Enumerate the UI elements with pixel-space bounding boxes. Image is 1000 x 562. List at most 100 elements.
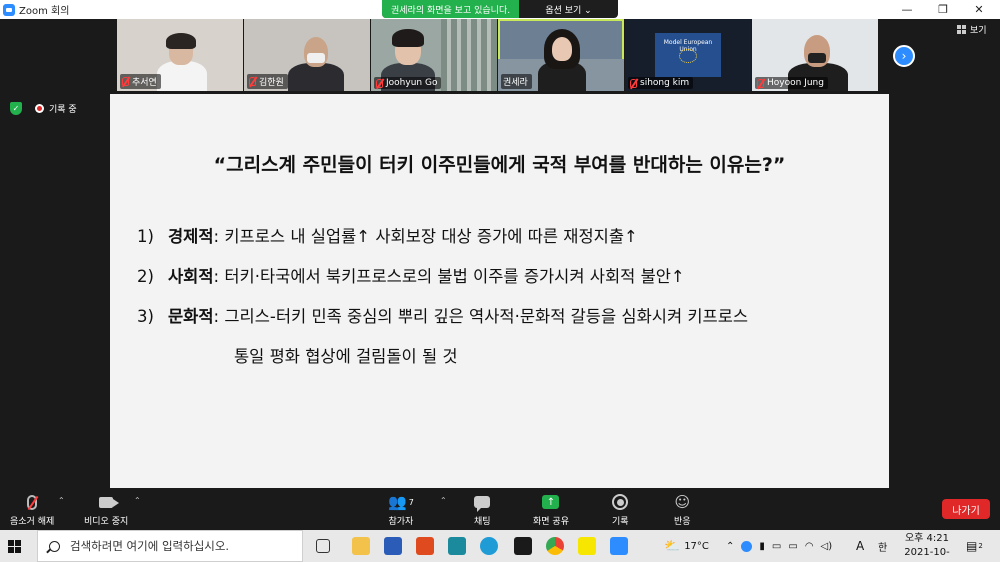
record-button[interactable]: 기록 — [612, 492, 629, 527]
task-view-icon[interactable] — [316, 539, 330, 553]
weather-widget[interactable]: ⛅ 17°C — [664, 530, 709, 562]
windows-logo-icon — [7, 539, 21, 553]
participant-name: Hoyoon Jung — [767, 78, 824, 88]
item-text: : 그리스-터키 민족 중심의 뿌리 깊은 역사적·문화적 갈등을 심화시켜 키… — [213, 307, 749, 326]
zoom-taskbar-icon[interactable] — [610, 537, 628, 555]
korean-app-icon[interactable] — [448, 537, 466, 555]
security-shield-icon[interactable]: ✓ — [10, 102, 22, 115]
wifi-icon[interactable]: ◠ — [805, 541, 814, 552]
video-options-caret-icon[interactable]: ⌃ — [134, 496, 141, 505]
participant-name: Joohyun Go — [386, 78, 438, 88]
notification-center-button[interactable]: ▤ 2 — [966, 530, 983, 562]
weather-temp: 17°C — [684, 540, 709, 552]
mic-off-icon — [27, 494, 38, 510]
recording-indicator[interactable]: 기록 중 — [35, 102, 77, 115]
participants-icon: 👥 — [388, 493, 407, 511]
participants-label: 참가자 — [388, 517, 414, 527]
participant-video[interactable]: 김한원 — [244, 19, 370, 91]
item-label: 사회적 — [168, 267, 214, 286]
participant-name-tag: Joohyun Go — [374, 77, 442, 89]
record-icon — [612, 494, 629, 510]
item-number: 3) — [137, 307, 154, 326]
participant-video[interactable]: Joohyun Go — [371, 19, 497, 91]
stop-video-button[interactable]: 비디오 중지 — [84, 492, 128, 527]
mic-muted-icon — [249, 77, 256, 86]
search-placeholder: 검색하려면 여기에 입력하십시오. — [70, 539, 230, 553]
media-app-icon[interactable] — [514, 537, 532, 555]
notification-icon: ▤ — [966, 539, 978, 553]
participants-count: 7 — [408, 497, 414, 507]
participant-video[interactable]: Hoyoon Jung — [752, 19, 878, 91]
item-label: 경제적 — [168, 227, 214, 246]
zoom-window: Zoom 회의 — ❐ ✕ 권세라의 화면을 보고 있습니다. 옵션 보기 ⌄ … — [0, 0, 1000, 562]
share-screen-button[interactable]: ↑ 화면 공유 — [533, 492, 569, 527]
mic-tray-icon[interactable]: ▮ — [759, 541, 765, 552]
recording-dot-icon — [35, 104, 44, 113]
participants-options-caret-icon[interactable]: ⌃ — [440, 496, 447, 505]
participant-video-active-speaker[interactable]: 권세라 — [498, 19, 624, 91]
gallery-view-button[interactable]: 보기 — [957, 23, 987, 36]
unmute-label: 음소거 해제 — [10, 517, 55, 527]
stop-video-label: 비디오 중지 — [84, 517, 129, 527]
taskbar-clock[interactable]: 오후 4:21 2021-10-22 — [902, 532, 952, 562]
notification-count: 2 — [978, 542, 983, 550]
participant-strip: 추서연 김한원 Joohyun Go 권세라 Model European Un… — [117, 19, 879, 92]
windows-taskbar: 검색하려면 여기에 입력하십시오. ⛅ 17°C ⌃ ▮ ▭ ▭ ◠ ◁) A … — [0, 530, 1000, 562]
file-explorer-icon[interactable] — [352, 537, 370, 555]
mic-muted-icon — [757, 78, 764, 88]
chrome-browser-icon[interactable] — [546, 537, 564, 555]
close-button[interactable]: ✕ — [962, 0, 996, 19]
share-status-label: 권세라의 화면을 보고 있습니다. — [382, 0, 520, 18]
weather-cloud-icon: ⛅ — [664, 538, 681, 554]
start-button[interactable] — [0, 530, 28, 562]
slide-list-item: 1) 경제적: 키프로스 내 실업률↑ 사회보장 대상 증가에 따른 재정지출↑ — [137, 223, 638, 247]
volume-icon[interactable]: ◁) — [821, 541, 833, 552]
reactions-button[interactable]: ☺ 반응 — [674, 492, 691, 527]
display-tray-icon[interactable]: ▭ — [772, 541, 781, 552]
meeting-controls: 음소거 해제 ⌃ 비디오 중지 ⌃ 👥 7 참가자 ⌃ 채팅 ↑ 화면 공유 기록… — [0, 488, 1000, 530]
window-title: Zoom 회의 — [19, 6, 70, 17]
participant-name-tag: 추서연 — [120, 74, 161, 89]
clock-time: 오후 4:21 — [904, 533, 950, 544]
record-label: 기록 — [612, 517, 629, 527]
zoom-logo-icon — [3, 3, 15, 16]
ime-indicator[interactable]: A — [856, 530, 864, 562]
office-icon[interactable] — [416, 537, 434, 555]
hangul-ime-toggle[interactable]: 한 — [878, 530, 887, 562]
share-banner: 권세라의 화면을 보고 있습니다. 옵션 보기 ⌄ — [382, 0, 618, 18]
mic-muted-icon — [376, 78, 383, 88]
word-icon[interactable] — [384, 537, 402, 555]
participants-button[interactable]: 👥 7 참가자 — [388, 492, 414, 527]
chat-button[interactable]: 채팅 — [474, 492, 491, 527]
gallery-view-label: 보기 — [970, 26, 987, 36]
view-options-button[interactable]: 옵션 보기 ⌄ — [519, 0, 618, 18]
audio-options-caret-icon[interactable]: ⌃ — [58, 496, 65, 505]
mic-muted-icon — [630, 78, 637, 88]
participant-name: 권세라 — [503, 78, 528, 88]
battery-icon[interactable]: ▭ — [788, 541, 797, 552]
zoom-tray-icon[interactable] — [741, 540, 753, 552]
chevron-up-icon[interactable]: ⌃ — [726, 541, 734, 552]
slide-item-continuation: 통일 평화 협상에 걸림돌이 될 것 — [234, 347, 458, 366]
taskbar-search-box[interactable]: 검색하려면 여기에 입력하십시오. — [37, 530, 303, 562]
maximize-button[interactable]: ❐ — [926, 0, 960, 19]
video-camera-icon — [99, 496, 120, 508]
kakaotalk-icon[interactable] — [578, 537, 596, 555]
chat-label: 채팅 — [474, 517, 491, 527]
participant-name: 추서연 — [132, 78, 157, 88]
leave-button[interactable]: 나가기 — [942, 499, 990, 519]
reactions-label: 반응 — [674, 517, 691, 527]
unmute-button[interactable]: 음소거 해제 — [10, 492, 54, 527]
minimize-button[interactable]: — — [890, 0, 924, 19]
next-page-button[interactable]: › — [893, 45, 915, 67]
participant-name-tag: Hoyoon Jung — [755, 77, 828, 89]
slide-title: “그리스계 주민들이 터키 이주민들에게 국적 부여를 반대하는 이유는?” — [213, 154, 786, 176]
participant-video[interactable]: Model European Union sihong kim — [625, 19, 751, 91]
share-screen-icon: ↑ — [542, 495, 560, 509]
participant-name-tag: 권세라 — [501, 74, 532, 89]
recording-label: 기록 중 — [49, 105, 77, 115]
slide-list-item: 3) 문화적: 그리스-터키 민족 중심의 뿌리 깊은 역사적·문화적 갈등을 심… — [137, 303, 748, 327]
edge-browser-icon[interactable] — [480, 537, 498, 555]
item-number: 2) — [137, 267, 154, 286]
participant-video[interactable]: 추서연 — [117, 19, 243, 91]
